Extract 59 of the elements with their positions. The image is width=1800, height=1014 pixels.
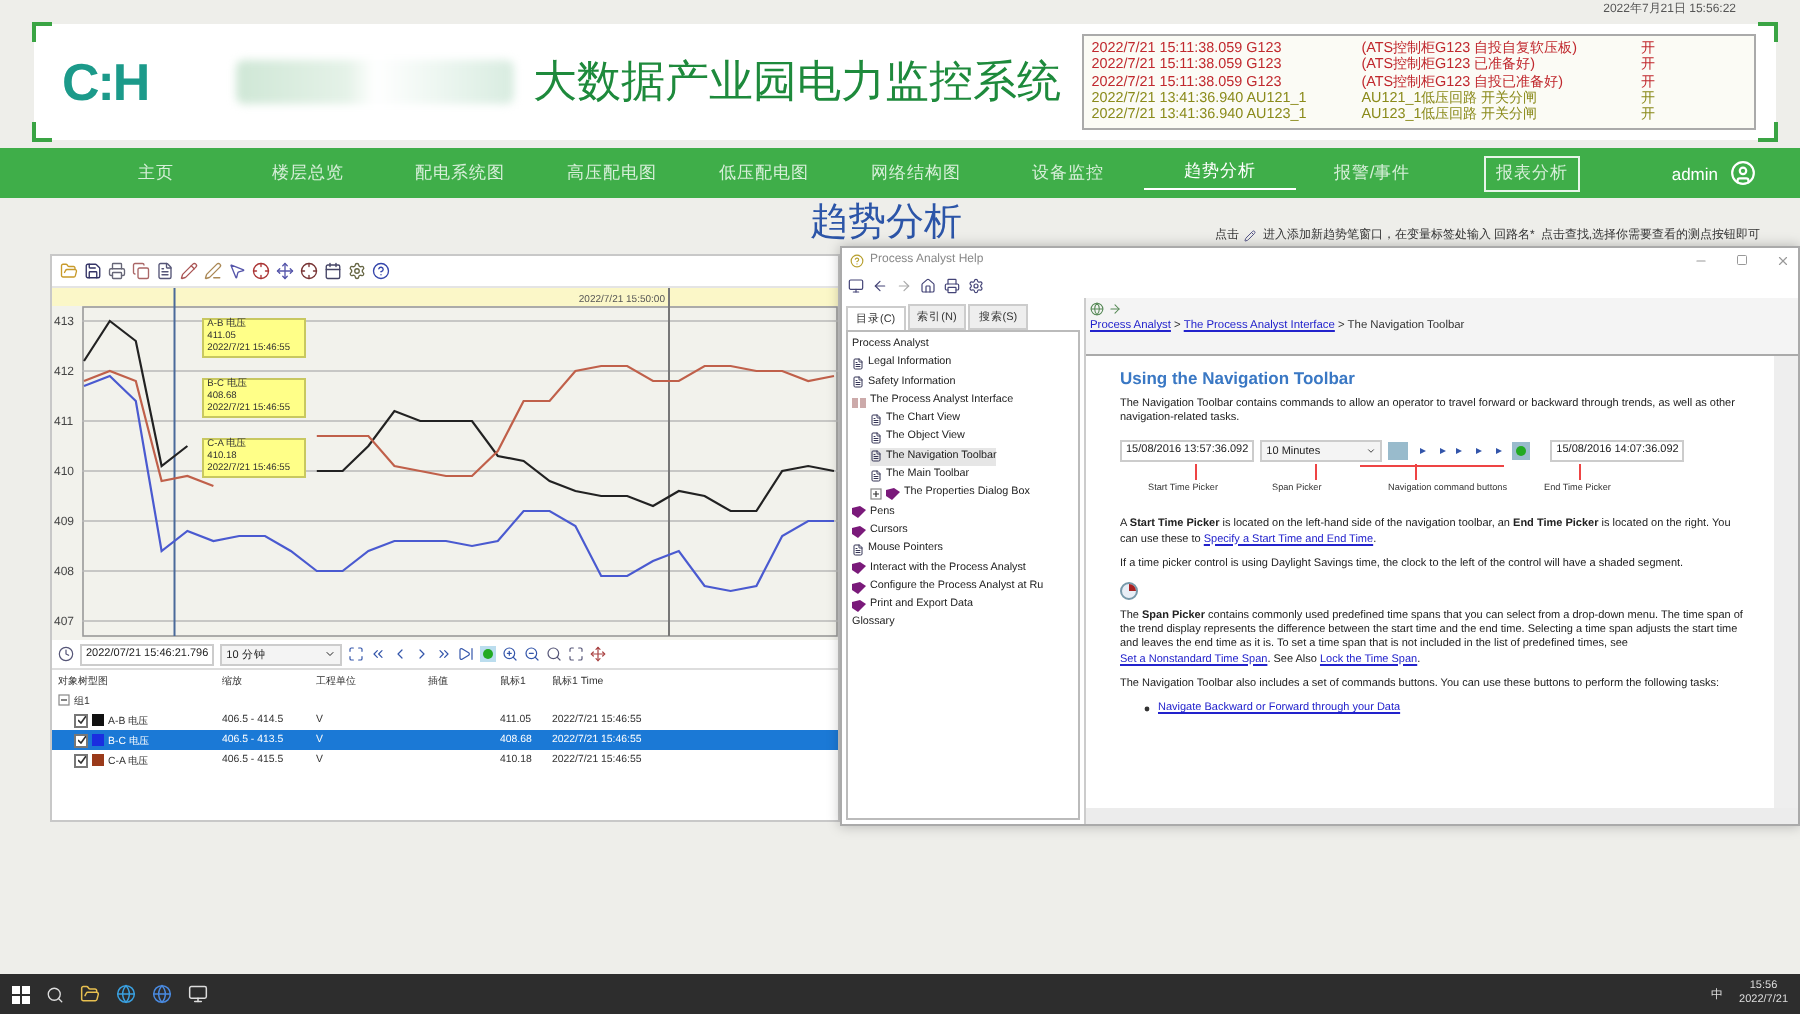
home-icon[interactable] [920,277,936,293]
print-icon[interactable] [108,262,126,280]
scrollbar[interactable] [1086,808,1798,824]
copy-icon[interactable] [132,262,150,280]
page-icon [852,376,864,389]
maximize-icon[interactable] [1736,253,1748,265]
page-icon [870,432,882,445]
live-icon[interactable] [480,646,497,662]
crosshair-icon[interactable] [252,262,270,280]
save-icon[interactable] [84,262,102,280]
page-icon [870,413,882,426]
pointer-icon[interactable] [228,262,246,280]
caret-icon[interactable] [324,648,337,660]
fast-back-icon[interactable] [370,646,387,662]
settings-icon[interactable] [348,262,366,280]
article-heading: Using the Navigation Toolbar [1120,368,1357,388]
document-icon[interactable] [156,262,174,280]
page-title: 趋势分析 [810,202,962,246]
folder-icon[interactable] [80,984,100,1004]
system-title: 大数据产业园电力监控系统 [533,54,1062,110]
calendar-icon[interactable] [324,262,342,280]
checkbox[interactable] [74,753,88,767]
pen-icon [1244,229,1257,241]
corner-bracket [32,122,52,142]
app-icon[interactable] [188,984,208,1004]
print-icon[interactable] [944,277,960,293]
expand-icon[interactable] [870,488,882,501]
caret-icon [1366,446,1377,457]
clock-icon [1120,582,1138,601]
help-icon [850,253,864,267]
zoom-in-icon[interactable] [502,646,519,662]
help-icon[interactable] [372,262,390,280]
pencil-icon[interactable] [180,262,198,280]
close-icon[interactable] [1776,253,1790,267]
checkbox[interactable] [74,713,88,727]
move-icon[interactable] [276,262,294,280]
start-icon[interactable] [12,985,30,1003]
logo: C:H [62,51,151,113]
options-icon[interactable] [968,277,984,293]
user-icon[interactable] [1730,160,1756,186]
bullet-icon [1144,705,1150,712]
skip-icon[interactable] [458,646,475,662]
page-icon [870,469,882,482]
browser-icon[interactable] [116,984,136,1004]
fast-forward-icon[interactable] [436,646,453,662]
corner-bracket [32,22,52,42]
back-icon[interactable] [872,277,888,293]
pen-icon[interactable] [204,262,222,280]
checkbox[interactable] [74,733,88,747]
book-icon [886,488,900,501]
search-icon[interactable] [546,646,563,662]
page-icon [870,450,882,463]
zoom-out-icon[interactable] [524,646,541,662]
page-icon [852,543,864,556]
fit-icon[interactable] [348,646,365,662]
next-icon[interactable] [1108,302,1122,316]
clock-icon[interactable] [58,646,74,662]
collapse-icon[interactable] [58,694,70,706]
page-icon [852,357,864,370]
